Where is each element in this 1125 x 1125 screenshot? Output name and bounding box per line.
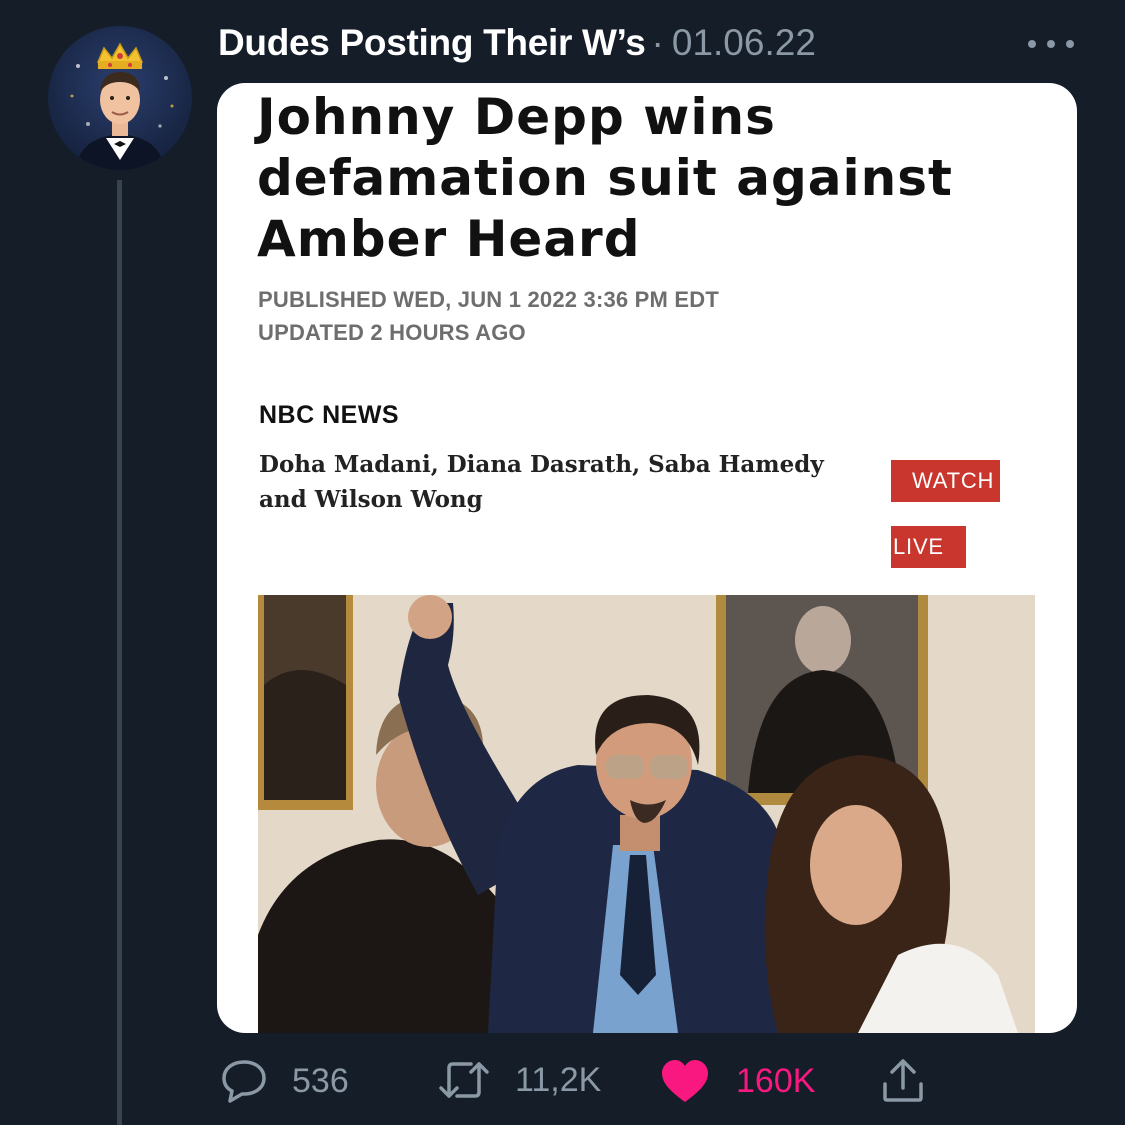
- tweet-actions: 536 11,2K 160K: [0, 1058, 1125, 1108]
- share-icon: [879, 1058, 927, 1104]
- tweet-header: Dudes Posting Their W’s · 01.06.22: [218, 22, 816, 64]
- like-button[interactable]: 160K: [660, 1058, 815, 1104]
- author-name[interactable]: Dudes Posting Their W’s: [218, 22, 646, 64]
- thread-line: [117, 180, 122, 1125]
- article-source: NBC NEWS: [259, 401, 400, 429]
- article-authors: Doha Madani, Diana Dasrath, Saba Hamedy …: [259, 451, 824, 513]
- like-count: 160K: [736, 1061, 816, 1100]
- tweet-media-image[interactable]: Johnny Depp wins defamation suit against…: [217, 83, 1077, 1033]
- watch-button[interactable]: WATCH: [891, 460, 1000, 502]
- ellipsis-icon[interactable]: [1028, 35, 1074, 53]
- retweet-button[interactable]: 11,2K: [437, 1058, 601, 1102]
- article-updated: UPDATED 2 HOURS AGO: [258, 320, 526, 345]
- reply-count: 536: [292, 1061, 349, 1100]
- heart-icon: [660, 1058, 710, 1104]
- live-button[interactable]: LIVE: [891, 526, 966, 568]
- article-published: PUBLISHED WED, JUN 1 2022 3:36 PM EDT: [258, 287, 719, 312]
- header-separator: ·: [651, 22, 664, 63]
- author-avatar[interactable]: [48, 26, 192, 170]
- share-button[interactable]: [879, 1058, 927, 1104]
- retweet-icon: [437, 1058, 491, 1102]
- article-photo: [258, 595, 1035, 1033]
- retweet-count: 11,2K: [515, 1060, 602, 1099]
- tweet-date[interactable]: 01.06.22: [672, 22, 816, 64]
- article-headline: Johnny Depp wins defamation suit against…: [257, 88, 953, 268]
- reply-icon: [220, 1058, 268, 1104]
- reply-button[interactable]: 536: [220, 1058, 349, 1104]
